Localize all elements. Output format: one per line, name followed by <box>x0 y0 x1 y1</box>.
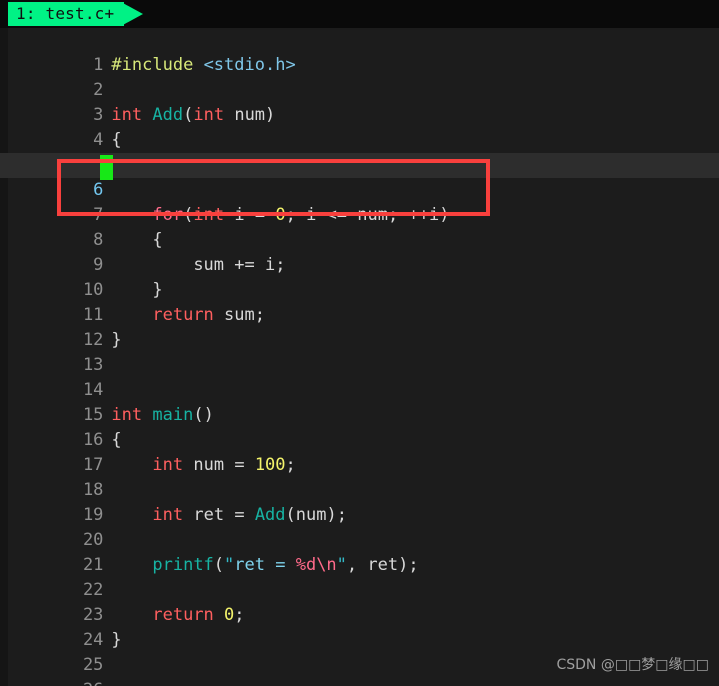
code-line[interactable]: 1 #include <stdio.h> <box>0 28 719 75</box>
code-line[interactable]: 21 printf("ret = %d\n", ret); <box>0 528 719 575</box>
code-area[interactable]: 1 #include <stdio.h> 2 3 int Add(int num) … <box>0 28 719 686</box>
code-line[interactable]: 7 for(int i = 0; i <= num; ++i) <box>0 178 719 225</box>
code-line[interactable]: 3 int Add(int num) <box>0 78 719 125</box>
code-line[interactable]: 15 int main() <box>0 378 719 425</box>
code-line[interactable]: 11 return sum; <box>0 278 719 325</box>
code-line[interactable]: 22 <box>0 553 719 600</box>
code-line[interactable]: 13 <box>0 328 719 375</box>
code-line[interactable]: 2 <box>0 53 719 100</box>
code-line[interactable]: 16{ <box>0 403 719 450</box>
code-line[interactable]: 19 int ret = Add(num); <box>0 478 719 525</box>
code-line[interactable]: 9 sum += i; <box>0 228 719 275</box>
code-line[interactable]: 24} <box>0 603 719 650</box>
code-line[interactable]: 14 <box>0 353 719 400</box>
code-line[interactable]: 25 <box>0 628 719 675</box>
tabline: 1: test.c+ <box>0 0 719 28</box>
watermark: CSDN @□□梦□缘□□ <box>556 657 709 673</box>
code-line[interactable]: 18 <box>0 453 719 500</box>
code-line[interactable]: 5 int sum = 0; <box>0 128 719 175</box>
code-line[interactable]: 10 } <box>0 253 719 300</box>
code-line[interactable]: 20 <box>0 503 719 550</box>
code-line[interactable]: 23 return 0; <box>0 578 719 625</box>
code-line[interactable]: 12} <box>0 303 719 350</box>
line-number: 26 <box>61 678 103 686</box>
code-line[interactable]: 4{ <box>0 103 719 150</box>
code-editor-window: 1: test.c+ 1 #include <stdio.h> 2 3 int Ad… <box>0 0 719 686</box>
text-cursor <box>100 155 113 180</box>
code-line[interactable]: 8 { <box>0 203 719 250</box>
tab-test-c[interactable]: 1: test.c+ <box>8 2 125 26</box>
code-line[interactable]: 17 int num = 100; <box>0 428 719 475</box>
